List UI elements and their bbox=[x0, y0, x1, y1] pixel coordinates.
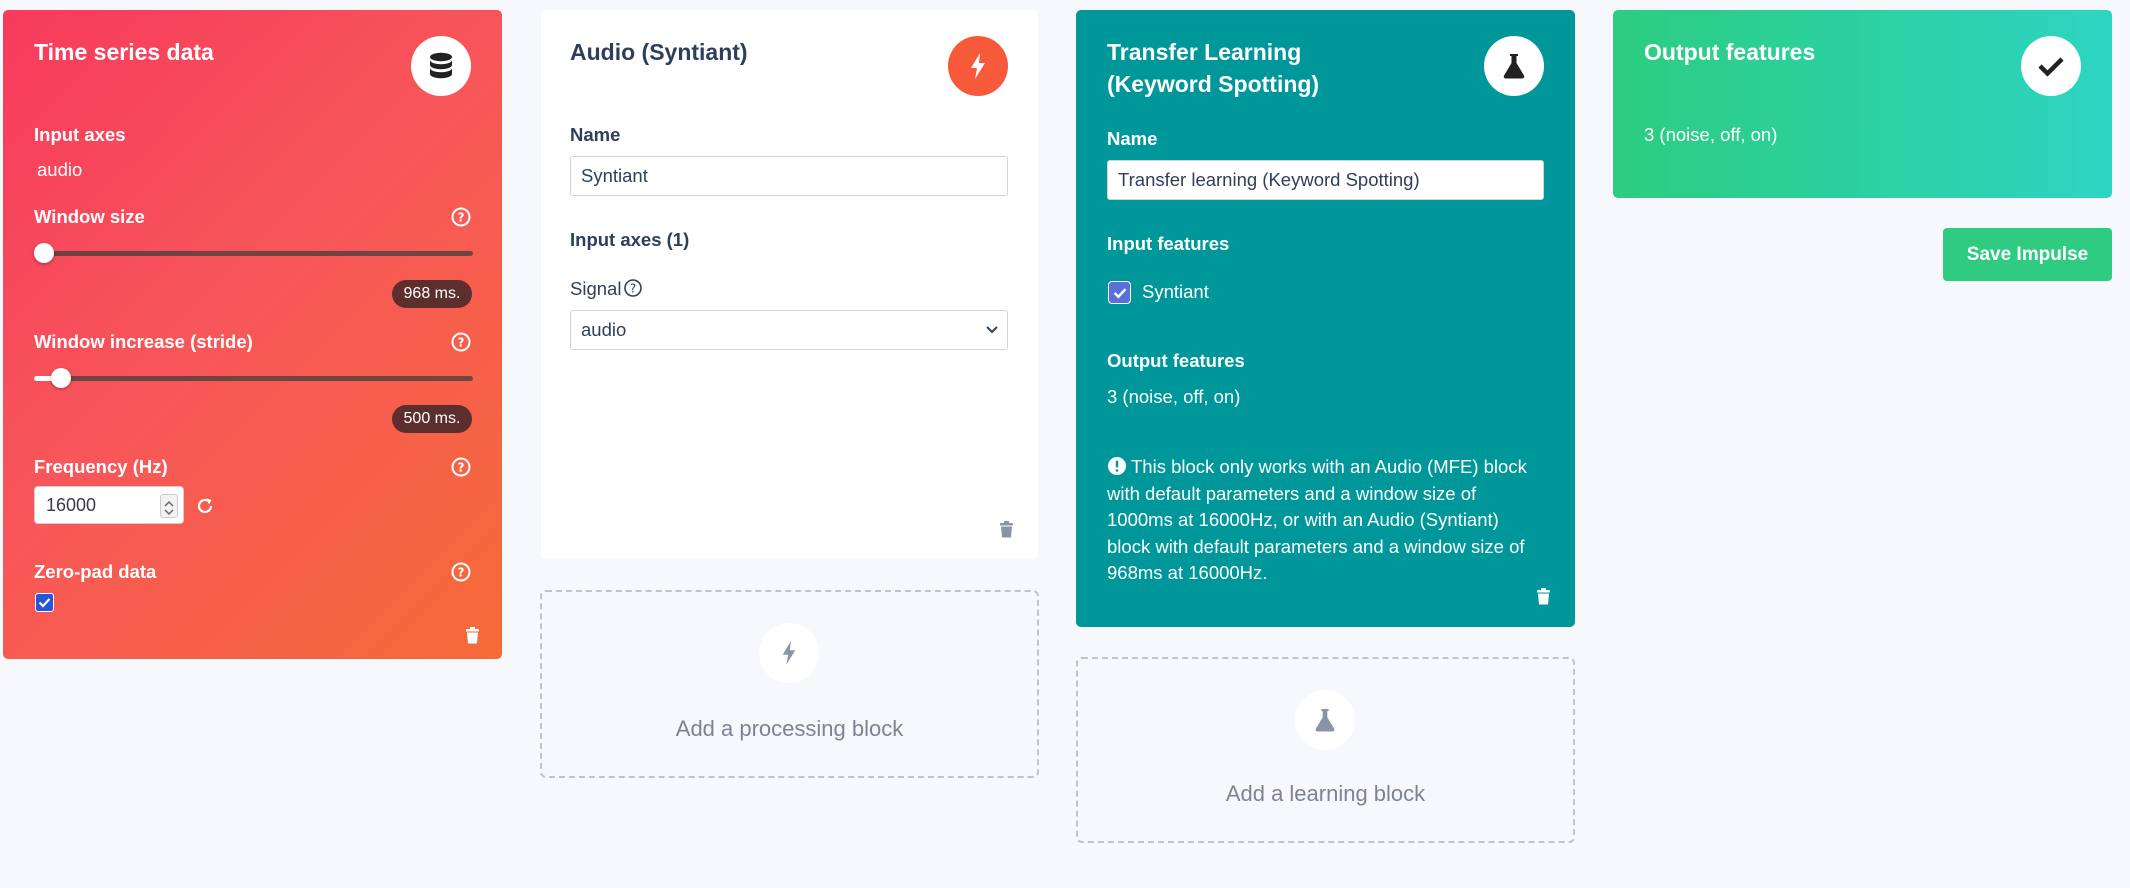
signal-label: Signal bbox=[570, 278, 622, 299]
frequency-spinner[interactable] bbox=[160, 494, 178, 518]
save-impulse-button[interactable]: Save Impulse bbox=[1943, 228, 2112, 281]
zero-pad-label: Zero-pad data bbox=[34, 561, 157, 582]
add-learning-block-label: Add a learning block bbox=[1225, 781, 1426, 806]
add-processing-block-label: Add a processing block bbox=[675, 716, 904, 741]
output-features-card: Output features 3 (noise, off, on) bbox=[1613, 10, 2112, 198]
bolt-icon bbox=[759, 623, 819, 683]
learning-output-features-label: Output features bbox=[1107, 350, 1245, 371]
trash-icon[interactable] bbox=[465, 627, 480, 644]
input-axes-label: Input axes bbox=[34, 124, 126, 145]
learning-name-label: Name bbox=[1107, 128, 1158, 149]
processing-block-card: Audio (Syntiant) Name Syntiant Input axe… bbox=[541, 10, 1038, 559]
learning-warning-text: This block only works with an Audio (MFE… bbox=[1107, 456, 1527, 583]
window-size-slider-thumb[interactable] bbox=[34, 243, 54, 263]
frequency-label: Frequency (Hz) bbox=[34, 456, 168, 477]
learning-block-card: Transfer Learning (Keyword Spotting) Nam… bbox=[1076, 10, 1575, 627]
add-processing-block[interactable]: Add a processing block bbox=[540, 590, 1039, 778]
svg-text:?: ? bbox=[458, 336, 465, 350]
help-icon[interactable]: ? bbox=[623, 278, 643, 298]
flask-icon bbox=[1484, 36, 1544, 96]
processing-title: Audio (Syntiant) bbox=[570, 39, 748, 65]
window-increase-value: 500 ms. bbox=[392, 405, 472, 433]
frequency-value: 16000 bbox=[46, 495, 97, 515]
flask-icon bbox=[1295, 690, 1355, 750]
trash-icon[interactable] bbox=[999, 521, 1014, 538]
input-axes-value: audio bbox=[37, 159, 83, 180]
add-learning-block[interactable]: Add a learning block bbox=[1076, 657, 1575, 843]
help-icon[interactable]: ? bbox=[451, 332, 471, 352]
checkmark-icon bbox=[1113, 287, 1126, 298]
processing-name-input[interactable]: Syntiant bbox=[570, 156, 1008, 196]
time-series-card: Time series data Input axes audio Window… bbox=[3, 10, 502, 659]
bolt-icon bbox=[948, 36, 1008, 96]
svg-text:?: ? bbox=[458, 211, 465, 225]
help-icon[interactable]: ? bbox=[451, 207, 471, 227]
zero-pad-checkbox[interactable] bbox=[35, 593, 54, 612]
syntiant-feature-label: Syntiant bbox=[1142, 281, 1209, 302]
chevron-down-icon bbox=[986, 326, 998, 334]
processing-name-label: Name bbox=[570, 124, 621, 145]
help-icon[interactable]: ? bbox=[451, 562, 471, 582]
window-increase-slider[interactable] bbox=[34, 376, 473, 381]
checkmark-icon bbox=[38, 598, 51, 608]
trash-icon[interactable] bbox=[1536, 588, 1551, 605]
window-increase-label: Window increase (stride) bbox=[34, 331, 253, 352]
learning-output-features-value: 3 (noise, off, on) bbox=[1107, 386, 1241, 407]
learning-name-input[interactable]: Transfer learning (Keyword Spotting) bbox=[1107, 160, 1544, 200]
svg-text:?: ? bbox=[630, 282, 636, 296]
output-features-value: 3 (noise, off, on) bbox=[1644, 124, 1778, 145]
time-series-title: Time series data bbox=[34, 39, 214, 65]
processing-input-axes-label: Input axes (1) bbox=[570, 229, 690, 250]
database-icon bbox=[411, 36, 471, 96]
input-features-label: Input features bbox=[1107, 233, 1230, 254]
refresh-icon[interactable] bbox=[195, 496, 215, 516]
output-title: Output features bbox=[1644, 39, 1816, 65]
help-icon[interactable]: ? bbox=[451, 457, 471, 477]
svg-text:?: ? bbox=[458, 566, 465, 580]
learning-title: Transfer Learning (Keyword Spotting) bbox=[1107, 39, 1320, 97]
window-size-value: 968 ms. bbox=[392, 280, 472, 308]
check-icon bbox=[2021, 36, 2081, 96]
syntiant-feature-checkbox[interactable] bbox=[1108, 281, 1131, 304]
signal-select[interactable]: audio bbox=[570, 310, 1008, 350]
window-size-slider[interactable] bbox=[34, 251, 473, 256]
frequency-input[interactable]: 16000 bbox=[34, 486, 184, 524]
signal-selected: audio bbox=[581, 319, 627, 340]
window-increase-slider-thumb[interactable] bbox=[50, 368, 71, 388]
window-size-label: Window size bbox=[34, 206, 145, 227]
svg-text:?: ? bbox=[458, 461, 465, 475]
